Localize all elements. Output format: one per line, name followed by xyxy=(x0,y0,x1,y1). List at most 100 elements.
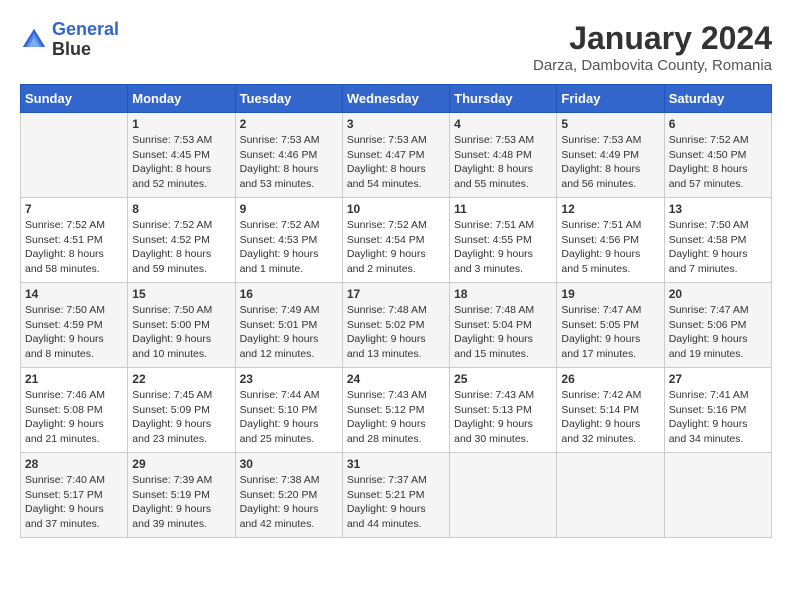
day-info: Sunrise: 7:52 AMSunset: 4:54 PMDaylight:… xyxy=(347,218,445,277)
day-cell: 9Sunrise: 7:52 AMSunset: 4:53 PMDaylight… xyxy=(235,198,342,283)
day-info: Sunrise: 7:42 AMSunset: 5:14 PMDaylight:… xyxy=(561,388,659,447)
day-cell: 30 Sunrise: 7:38 AMSunset: 5:20 PMDayligh… xyxy=(235,453,342,538)
day-cell xyxy=(557,453,664,538)
day-number: 23 xyxy=(240,372,338,386)
calendar-table: SundayMondayTuesdayWednesdayThursdayFrid… xyxy=(20,84,772,538)
day-cell: 6 Sunrise: 7:52 AMSunset: 4:50 PMDaylight… xyxy=(664,113,771,198)
day-number: 6 xyxy=(669,117,767,131)
day-cell: 26 Sunrise: 7:42 AMSunset: 5:14 PMDayligh… xyxy=(557,368,664,453)
day-info: Sunrise: 7:50 AMSunset: 5:00 PMDaylight:… xyxy=(132,303,230,362)
logo: GeneralBlue xyxy=(20,20,119,60)
day-number: 22 xyxy=(132,372,230,386)
day-info: Sunrise: 7:50 AMSunset: 4:59 PMDaylight:… xyxy=(25,303,123,362)
day-number: 21 xyxy=(25,372,123,386)
day-cell: 21 Sunrise: 7:46 AMSunset: 5:08 PMDayligh… xyxy=(21,368,128,453)
day-cell: 25Sunrise: 7:43 AMSunset: 5:13 PMDayligh… xyxy=(450,368,557,453)
day-number: 17 xyxy=(347,287,445,301)
day-cell xyxy=(664,453,771,538)
header-sunday: Sunday xyxy=(21,85,128,113)
day-number: 31 xyxy=(347,457,445,471)
day-number: 7 xyxy=(25,202,123,216)
day-cell: 16 Sunrise: 7:49 AMSunset: 5:01 PMDayligh… xyxy=(235,283,342,368)
day-cell: 22 Sunrise: 7:45 AMSunset: 5:09 PMDayligh… xyxy=(128,368,235,453)
day-number: 29 xyxy=(132,457,230,471)
day-number: 1 xyxy=(132,117,230,131)
day-cell: 11Sunrise: 7:51 AMSunset: 4:55 PMDayligh… xyxy=(450,198,557,283)
day-cell: 23 Sunrise: 7:44 AMSunset: 5:10 PMDayligh… xyxy=(235,368,342,453)
day-info: Sunrise: 7:39 AMSunset: 5:19 PMDaylight:… xyxy=(132,473,230,532)
day-number: 15 xyxy=(132,287,230,301)
day-cell xyxy=(21,113,128,198)
day-cell: 19Sunrise: 7:47 AMSunset: 5:05 PMDayligh… xyxy=(557,283,664,368)
day-cell: 4Sunrise: 7:53 AMSunset: 4:48 PMDaylight… xyxy=(450,113,557,198)
day-cell: 18Sunrise: 7:48 AMSunset: 5:04 PMDayligh… xyxy=(450,283,557,368)
day-info: Sunrise: 7:38 AMSunset: 5:20 PMDaylight:… xyxy=(240,473,338,532)
day-info: Sunrise: 7:53 AMSunset: 4:45 PMDaylight:… xyxy=(132,133,230,192)
day-number: 19 xyxy=(561,287,659,301)
day-number: 12 xyxy=(561,202,659,216)
day-info: Sunrise: 7:44 AMSunset: 5:10 PMDaylight:… xyxy=(240,388,338,447)
day-cell: 14 Sunrise: 7:50 AMSunset: 4:59 PMDayligh… xyxy=(21,283,128,368)
day-info: Sunrise: 7:52 AMSunset: 4:52 PMDaylight:… xyxy=(132,218,230,277)
day-number: 28 xyxy=(25,457,123,471)
month-title: January 2024 xyxy=(533,20,772,57)
day-number: 16 xyxy=(240,287,338,301)
header-friday: Friday xyxy=(557,85,664,113)
day-cell: 5 Sunrise: 7:53 AMSunset: 4:49 PMDaylight… xyxy=(557,113,664,198)
day-number: 24 xyxy=(347,372,445,386)
header-wednesday: Wednesday xyxy=(342,85,449,113)
day-info: Sunrise: 7:53 AMSunset: 4:47 PMDaylight:… xyxy=(347,133,445,192)
day-info: Sunrise: 7:52 AMSunset: 4:51 PMDaylight:… xyxy=(25,218,123,277)
day-cell: 29 Sunrise: 7:39 AMSunset: 5:19 PMDayligh… xyxy=(128,453,235,538)
day-info: Sunrise: 7:37 AMSunset: 5:21 PMDaylight:… xyxy=(347,473,445,532)
day-cell: 28 Sunrise: 7:40 AMSunset: 5:17 PMDayligh… xyxy=(21,453,128,538)
day-number: 14 xyxy=(25,287,123,301)
day-number: 30 xyxy=(240,457,338,471)
week-row-4: 21 Sunrise: 7:46 AMSunset: 5:08 PMDayligh… xyxy=(21,368,772,453)
day-number: 5 xyxy=(561,117,659,131)
day-number: 13 xyxy=(669,202,767,216)
day-number: 27 xyxy=(669,372,767,386)
day-info: Sunrise: 7:53 AMSunset: 4:48 PMDaylight:… xyxy=(454,133,552,192)
day-info: Sunrise: 7:48 AMSunset: 5:02 PMDaylight:… xyxy=(347,303,445,362)
day-cell: 7 Sunrise: 7:52 AMSunset: 4:51 PMDaylight… xyxy=(21,198,128,283)
day-cell: 3Sunrise: 7:53 AMSunset: 4:47 PMDaylight… xyxy=(342,113,449,198)
day-cell: 15 Sunrise: 7:50 AMSunset: 5:00 PMDayligh… xyxy=(128,283,235,368)
day-cell: 31 Sunrise: 7:37 AMSunset: 5:21 PMDayligh… xyxy=(342,453,449,538)
day-cell: 2Sunrise: 7:53 AMSunset: 4:46 PMDaylight… xyxy=(235,113,342,198)
logo-text: GeneralBlue xyxy=(52,20,119,60)
week-row-1: 1 Sunrise: 7:53 AMSunset: 4:45 PMDaylight… xyxy=(21,113,772,198)
day-info: Sunrise: 7:49 AMSunset: 5:01 PMDaylight:… xyxy=(240,303,338,362)
day-number: 20 xyxy=(669,287,767,301)
header-tuesday: Tuesday xyxy=(235,85,342,113)
day-info: Sunrise: 7:41 AMSunset: 5:16 PMDaylight:… xyxy=(669,388,767,447)
day-number: 8 xyxy=(132,202,230,216)
week-row-3: 14 Sunrise: 7:50 AMSunset: 4:59 PMDayligh… xyxy=(21,283,772,368)
day-info: Sunrise: 7:47 AMSunset: 5:06 PMDaylight:… xyxy=(669,303,767,362)
day-number: 26 xyxy=(561,372,659,386)
day-cell: 8 Sunrise: 7:52 AMSunset: 4:52 PMDaylight… xyxy=(128,198,235,283)
page-header: GeneralBlue January 2024 Darza, Dambovit… xyxy=(20,20,772,74)
day-info: Sunrise: 7:51 AMSunset: 4:56 PMDaylight:… xyxy=(561,218,659,277)
day-cell xyxy=(450,453,557,538)
day-cell: 27 Sunrise: 7:41 AMSunset: 5:16 PMDayligh… xyxy=(664,368,771,453)
day-number: 10 xyxy=(347,202,445,216)
day-info: Sunrise: 7:40 AMSunset: 5:17 PMDaylight:… xyxy=(25,473,123,532)
day-info: Sunrise: 7:45 AMSunset: 5:09 PMDaylight:… xyxy=(132,388,230,447)
header-monday: Monday xyxy=(128,85,235,113)
day-info: Sunrise: 7:46 AMSunset: 5:08 PMDaylight:… xyxy=(25,388,123,447)
day-number: 18 xyxy=(454,287,552,301)
day-info: Sunrise: 7:51 AMSunset: 4:55 PMDaylight:… xyxy=(454,218,552,277)
day-info: Sunrise: 7:52 AMSunset: 4:50 PMDaylight:… xyxy=(669,133,767,192)
day-cell: 13 Sunrise: 7:50 AMSunset: 4:58 PMDayligh… xyxy=(664,198,771,283)
day-cell: 24 Sunrise: 7:43 AMSunset: 5:12 PMDayligh… xyxy=(342,368,449,453)
day-info: Sunrise: 7:53 AMSunset: 4:49 PMDaylight:… xyxy=(561,133,659,192)
day-info: Sunrise: 7:43 AMSunset: 5:13 PMDaylight:… xyxy=(454,388,552,447)
day-info: Sunrise: 7:43 AMSunset: 5:12 PMDaylight:… xyxy=(347,388,445,447)
day-cell: 1 Sunrise: 7:53 AMSunset: 4:45 PMDaylight… xyxy=(128,113,235,198)
header-saturday: Saturday xyxy=(664,85,771,113)
title-block: January 2024 Darza, Dambovita County, Ro… xyxy=(533,20,772,74)
day-info: Sunrise: 7:50 AMSunset: 4:58 PMDaylight:… xyxy=(669,218,767,277)
week-row-2: 7 Sunrise: 7:52 AMSunset: 4:51 PMDaylight… xyxy=(21,198,772,283)
day-cell: 10 Sunrise: 7:52 AMSunset: 4:54 PMDayligh… xyxy=(342,198,449,283)
